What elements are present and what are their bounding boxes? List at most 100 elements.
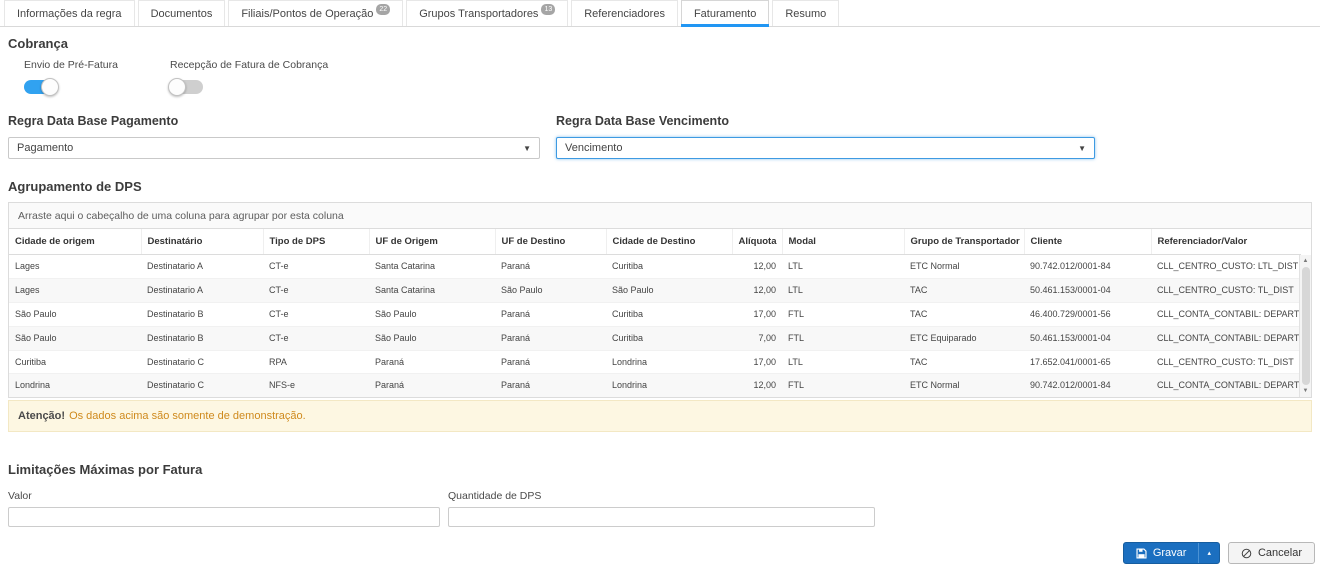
regra-pagamento-col: Regra Data Base Pagamento Pagamento ▼ <box>8 114 540 159</box>
column-header-destinatario[interactable]: Destinatário <box>141 229 263 255</box>
column-header-referenciador-valor[interactable]: Referenciador/Valor <box>1151 229 1301 255</box>
table-cell: Destinatario C <box>141 350 263 374</box>
table-body: LagesDestinatario ACT-eSanta CatarinaPar… <box>9 255 1301 397</box>
gravar-dropdown-toggle[interactable]: ▴ <box>1198 543 1219 563</box>
valor-label: Valor <box>8 490 440 502</box>
column-header-tipo-de-dps[interactable]: Tipo de DPS <box>263 229 369 255</box>
toggle-knob <box>168 78 186 96</box>
table-cell: 12,00 <box>732 279 782 303</box>
table-cell: Curitiba <box>9 350 141 374</box>
table-row[interactable]: CuritibaDestinatario CRPAParanáParanáLon… <box>9 350 1301 374</box>
column-header-cidade-de-destino[interactable]: Cidade de Destino <box>606 229 732 255</box>
scroll-down-icon[interactable]: ▼ <box>1303 387 1309 395</box>
table-cell: Destinatario A <box>141 279 263 303</box>
scroll-up-icon[interactable]: ▲ <box>1303 257 1309 265</box>
table-cell: 17.652.041/0001-65 <box>1024 350 1151 374</box>
table-cell: ETC Normal <box>904 255 1024 279</box>
column-header-aliquota[interactable]: Alíquota <box>732 229 782 255</box>
table-cell: Curitiba <box>606 326 732 350</box>
tab-faturamento[interactable]: Faturamento <box>681 0 769 26</box>
regras-row: Regra Data Base Pagamento Pagamento ▼ Re… <box>8 114 1312 159</box>
table-cell: 17,00 <box>732 350 782 374</box>
table-cell: Santa Catarina <box>369 279 495 303</box>
column-header-uf-de-origem[interactable]: UF de Origem <box>369 229 495 255</box>
table-cell: 50.461.153/0001-04 <box>1024 326 1151 350</box>
regra-pagamento-title: Regra Data Base Pagamento <box>8 114 540 128</box>
valor-input[interactable] <box>8 507 440 527</box>
table-cell: Paraná <box>495 350 606 374</box>
table-cell: ETC Equiparado <box>904 326 1024 350</box>
tab-label: Referenciadores <box>584 8 665 20</box>
valor-field-group: Valor <box>8 490 440 527</box>
recepcao-fatura-toggle[interactable] <box>170 80 203 94</box>
tab-grupos-transportadores[interactable]: Grupos Transportadores13 <box>406 0 568 26</box>
envio-pre-fatura-toggle[interactable] <box>24 80 57 94</box>
tab-referenciadores[interactable]: Referenciadores <box>571 0 678 26</box>
tab-label: Informações da regra <box>17 8 122 20</box>
table-cell: Paraná <box>495 326 606 350</box>
quantidade-dps-input[interactable] <box>448 507 875 527</box>
table-cell: Santa Catarina <box>369 255 495 279</box>
tab-documentos[interactable]: Documentos <box>138 0 226 26</box>
table-row[interactable]: LagesDestinatario ACT-eSanta CatarinaSão… <box>9 279 1301 303</box>
table-cell: CT-e <box>263 326 369 350</box>
column-header-grupo-de-transportador[interactable]: Grupo de Transportador <box>904 229 1024 255</box>
table-row[interactable]: LondrinaDestinatario CNFS-eParanáParanáL… <box>9 374 1301 397</box>
gravar-button[interactable]: Gravar <box>1124 543 1199 563</box>
table-row[interactable]: São PauloDestinatario BCT-eSão PauloPara… <box>9 326 1301 350</box>
quantidade-field-group: Quantidade de DPS <box>448 490 875 527</box>
section-title-cobranca: Cobrança <box>8 36 1312 51</box>
table-cell: Lages <box>9 279 141 303</box>
quantidade-label: Quantidade de DPS <box>448 490 875 502</box>
tab-resumo[interactable]: Resumo <box>772 0 839 26</box>
table-cell: LTL <box>782 350 904 374</box>
tab-informacoes-da-regra[interactable]: Informações da regra <box>4 0 135 26</box>
column-header-cidade-de-origem[interactable]: Cidade de origem <box>9 229 141 255</box>
table-cell: São Paulo <box>495 279 606 303</box>
vertical-scrollbar[interactable]: ▲ ▼ <box>1299 255 1311 397</box>
table-cell: CT-e <box>263 255 369 279</box>
column-header-uf-de-destino[interactable]: UF de Destino <box>495 229 606 255</box>
table-cell: CT-e <box>263 302 369 326</box>
table-cell: Paraná <box>495 302 606 326</box>
chevron-up-icon: ▴ <box>1207 549 1211 557</box>
table-cell: São Paulo <box>9 302 141 326</box>
table-cell: Londrina <box>606 350 732 374</box>
regra-vencimento-select[interactable]: Vencimento ▼ <box>556 137 1095 159</box>
cobranca-toggles: Envio de Pré-Fatura Recepção de Fatura d… <box>8 59 1312 94</box>
table-cell: TAC <box>904 302 1024 326</box>
table-cell: Curitiba <box>606 255 732 279</box>
table-cell: CLL_CENTRO_CUSTO: TL_DIST <box>1151 350 1301 374</box>
table-cell: Destinatario B <box>141 326 263 350</box>
column-header-cliente[interactable]: Cliente <box>1024 229 1151 255</box>
regra-pagamento-select[interactable]: Pagamento ▼ <box>8 137 540 159</box>
toggle-group-envio-pre-fatura: Envio de Pré-Fatura <box>24 59 170 94</box>
table-cell: São Paulo <box>606 279 732 303</box>
toggle-label-envio-pre-fatura: Envio de Pré-Fatura <box>24 59 170 71</box>
table-row[interactable]: São PauloDestinatario BCT-eSão PauloPara… <box>9 302 1301 326</box>
table-cell: Destinatario C <box>141 374 263 397</box>
scrollbar-thumb[interactable] <box>1302 267 1310 385</box>
table-cell: São Paulo <box>9 326 141 350</box>
toggle-group-recepcao-fatura: Recepção de Fatura de Cobrança <box>170 59 316 94</box>
table-cell: Paraná <box>369 374 495 397</box>
limitacoes-section: Limitações Máximas por Fatura Valor Quan… <box>8 462 1312 527</box>
table-cell: RPA <box>263 350 369 374</box>
table-cell: 12,00 <box>732 255 782 279</box>
tab-filiais-pontos-de-operacao[interactable]: Filiais/Pontos de Operação22 <box>228 0 403 26</box>
toggle-label-recepcao-fatura: Recepção de Fatura de Cobrança <box>170 59 316 71</box>
table-cell: FTL <box>782 374 904 397</box>
cancelar-button[interactable]: Cancelar <box>1228 542 1315 564</box>
table-cell: Paraná <box>495 255 606 279</box>
tab-label: Grupos Transportadores <box>419 8 538 20</box>
table-cell: CT-e <box>263 279 369 303</box>
table-row[interactable]: LagesDestinatario ACT-eSanta CatarinaPar… <box>9 255 1301 279</box>
dps-grid: Arraste aqui o cabeçalho de uma coluna p… <box>8 202 1312 398</box>
agrupamento-section: Agrupamento de DPS Arraste aqui o cabeça… <box>8 179 1312 432</box>
grid-group-drop-area[interactable]: Arraste aqui o cabeçalho de uma coluna p… <box>9 203 1311 229</box>
table-cell: Londrina <box>606 374 732 397</box>
gravar-split-button[interactable]: Gravar ▴ <box>1123 542 1220 564</box>
column-header-modal[interactable]: Modal <box>782 229 904 255</box>
table-cell: CLL_CONTA_CONTABIL: DEPART_A <box>1151 374 1301 397</box>
table-cell: São Paulo <box>369 326 495 350</box>
